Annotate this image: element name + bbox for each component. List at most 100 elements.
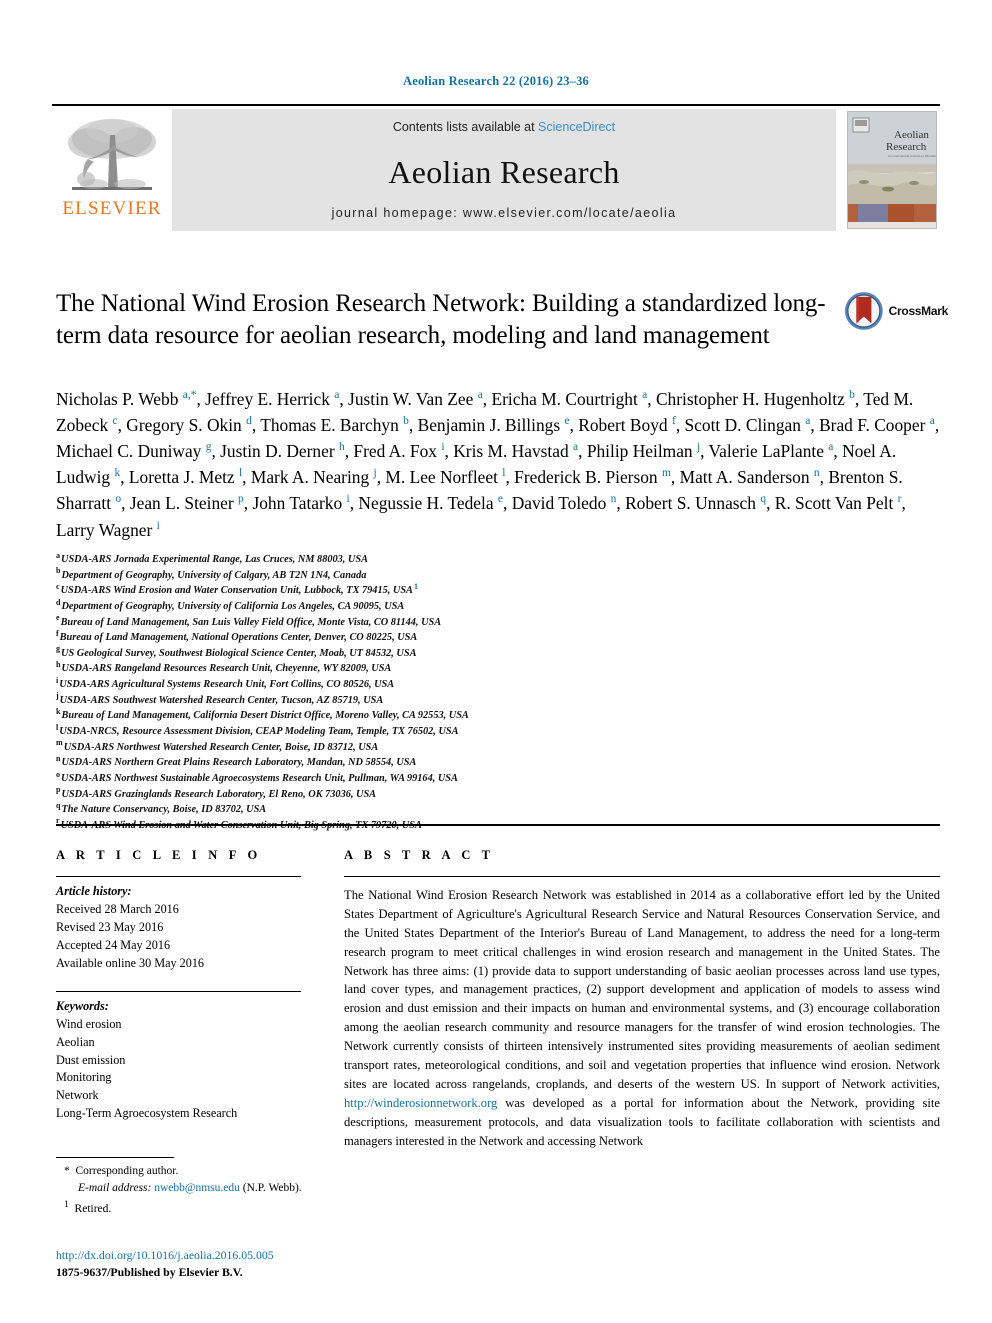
- affiliation-item: aUSDA-ARS Jornada Experimental Range, La…: [56, 550, 656, 568]
- affiliation-text: US Geological Survey, Southwest Biologic…: [61, 647, 417, 659]
- affiliation-marker: k: [56, 706, 61, 716]
- asterisk-icon: *: [64, 1165, 70, 1177]
- affiliation-note-marker: 1: [413, 581, 418, 591]
- affiliation-item: cUSDA-ARS Wind Erosion and Water Conserv…: [56, 581, 656, 599]
- keyword-item: Monitoring: [56, 1070, 112, 1085]
- sciencedirect-link[interactable]: ScienceDirect: [538, 120, 615, 134]
- abstract-part1: The National Wind Erosion Research Netwo…: [344, 888, 940, 1091]
- keyword-item: Aeolian: [56, 1034, 95, 1049]
- page-title: The National Wind Erosion Research Netwo…: [56, 290, 826, 349]
- article-title-wrap: The National Wind Erosion Research Netwo…: [56, 288, 846, 351]
- affiliation-item: bDepartment of Geography, University of …: [56, 566, 656, 584]
- article-history-block: Article history: Received 28 March 2016 …: [56, 883, 306, 973]
- journal-cover-image: Aeolian Research An International Journa…: [848, 112, 936, 228]
- affiliation-item: fBureau of Land Management, National Ope…: [56, 628, 656, 646]
- affiliation-list: aUSDA-ARS Jornada Experimental Range, La…: [56, 550, 656, 834]
- affiliation-marker: m: [56, 738, 63, 748]
- contents-available-line: Contents lists available at ScienceDirec…: [393, 120, 615, 134]
- affiliation-text: USDA-NRCS, Resource Assessment Division,…: [59, 726, 459, 738]
- affiliation-marker: n: [56, 753, 61, 763]
- affiliation-item: pUSDA-ARS Grazinglands Research Laborato…: [56, 785, 656, 803]
- history-available-online: Available online 30 May 2016: [56, 955, 205, 970]
- keywords-block: Keywords: Wind erosion Aeolian Dust emis…: [56, 998, 306, 1124]
- affiliation-item: qThe Nature Conservancy, Boise, ID 83702…: [56, 800, 656, 818]
- affiliation-text: The Nature Conservancy, Boise, ID 83702,…: [61, 804, 267, 816]
- affiliation-text: Bureau of Land Management, California De…: [61, 710, 469, 722]
- email-suffix: (N.P. Webb).: [242, 1182, 302, 1195]
- affiliation-text: USDA-ARS Agricultural Systems Research U…: [59, 679, 395, 691]
- author-email-link[interactable]: nwebb@nmsu.edu: [154, 1182, 240, 1194]
- keyword-item: Dust emission: [56, 1052, 126, 1067]
- crossmark-badge[interactable]: CrossMark: [844, 288, 948, 334]
- affiliation-marker: i: [56, 675, 59, 685]
- affiliation-text: USDA-ARS Jornada Experimental Range, Las…: [61, 554, 368, 565]
- affiliation-marker: o: [56, 769, 61, 779]
- journal-cover-thumbnail: Aeolian Research An International Journa…: [844, 109, 940, 231]
- winderosionnetwork-link[interactable]: http://winderosionnetwork.org: [344, 1096, 497, 1110]
- affiliation-marker: c: [56, 581, 60, 591]
- affiliation-text: USDA-ARS Wind Erosion and Water Conserva…: [60, 585, 413, 597]
- retired-note: 1 Retired.: [56, 1198, 476, 1218]
- affiliation-marker: l: [56, 722, 59, 732]
- affiliation-marker: f: [56, 628, 59, 638]
- email-note: E-mail address: nwebb@nmsu.edu (N.P. Web…: [56, 1180, 476, 1197]
- affiliation-text: USDA-ARS Northern Great Plains Research …: [61, 757, 417, 769]
- affiliation-marker: h: [56, 660, 61, 670]
- crossmark-label: CrossMark: [888, 304, 949, 318]
- keyword-item: Long-Term Agroecosystem Research: [56, 1106, 238, 1121]
- history-received: Received 28 March 2016: [56, 901, 179, 916]
- masthead-center: Contents lists available at ScienceDirec…: [172, 109, 836, 231]
- retired-text: Retired.: [74, 1202, 112, 1215]
- affiliation-marker: a: [56, 550, 61, 560]
- affiliation-text: Department of Geography, University of C…: [61, 600, 405, 612]
- history-revised: Revised 23 May 2016: [56, 919, 164, 934]
- section-divider-top: [56, 824, 940, 826]
- journal-first-page: Aeolian Research 22 (2016) 23–36 ELSEVIE…: [0, 0, 992, 1323]
- email-label: E-mail address:: [78, 1182, 152, 1195]
- footnotes-block: * Corresponding author. E-mail address: …: [56, 1163, 476, 1218]
- affiliation-text: USDA-ARS Northwest Watershed Research Ce…: [63, 741, 379, 753]
- corresponding-author-text: Corresponding author.: [75, 1165, 179, 1177]
- elsevier-tree-icon: [68, 119, 156, 190]
- affiliation-marker: e: [56, 613, 60, 623]
- affiliation-marker: d: [56, 597, 61, 607]
- journal-title: Aeolian Research: [388, 154, 620, 190]
- abstract-column: A B S T R A C T The National Wind Erosio…: [344, 848, 940, 1150]
- keyword-item: Wind erosion: [56, 1016, 122, 1031]
- affiliation-marker: p: [56, 785, 61, 795]
- affiliation-text: USDA-ARS Grazinglands Research Laborator…: [61, 788, 377, 800]
- affiliation-item: iUSDA-ARS Agricultural Systems Research …: [56, 675, 656, 693]
- affiliation-marker: g: [56, 644, 61, 654]
- journal-masthead: ELSEVIER Contents lists available at Sci…: [52, 104, 940, 231]
- history-accepted: Accepted 24 May 2016: [56, 937, 171, 952]
- author-list: Nicholas P. Webb a,*, Jeffrey E. Herrick…: [56, 389, 940, 540]
- elsevier-logo: ELSEVIER: [52, 109, 172, 231]
- svg-text:An International Journal on Wi: An International Journal on Wind Erosion…: [888, 154, 936, 158]
- affiliation-item: oUSDA-ARS Northwest Sustainable Agroecos…: [56, 769, 656, 787]
- affiliation-text: Bureau of Land Management, San Luis Vall…: [60, 616, 442, 628]
- abstract-rule: [344, 876, 940, 877]
- affiliation-item: gUS Geological Survey, Southwest Biologi…: [56, 644, 656, 662]
- affiliation-item: lUSDA-NRCS, Resource Assessment Division…: [56, 722, 656, 740]
- affiliation-text: USDA-ARS Northwest Sustainable Agroecosy…: [61, 772, 458, 784]
- article-info-heading: A R T I C L E I N F O: [56, 848, 262, 862]
- keywords-label: Keywords:: [56, 998, 109, 1013]
- article-info-column: A R T I C L E I N F O Article history: R…: [56, 848, 306, 1123]
- journal-homepage-line[interactable]: journal homepage: www.elsevier.com/locat…: [172, 206, 836, 220]
- affiliation-marker: b: [56, 566, 61, 576]
- keyword-item: Network: [56, 1088, 99, 1103]
- affiliation-text: USDA-ARS Southwest Watershed Research Ce…: [59, 694, 384, 706]
- contents-prefix: Contents lists available at: [392, 120, 539, 134]
- affiliation-item: nUSDA-ARS Northern Great Plains Research…: [56, 753, 656, 771]
- article-info-rule: [56, 876, 301, 877]
- svg-text:Research: Research: [886, 141, 927, 153]
- running-head: Aeolian Research 22 (2016) 23–36: [402, 74, 589, 88]
- svg-text:Aeolian: Aeolian: [894, 129, 929, 141]
- affiliation-marker: q: [56, 800, 61, 810]
- retired-marker: 1: [64, 1198, 69, 1210]
- doi-link[interactable]: http://dx.doi.org/10.1016/j.aeolia.2016.…: [56, 1247, 274, 1264]
- issn-publisher-line: 1875-9637/Published by Elsevier B.V.: [56, 1265, 243, 1280]
- crossmark-icon: [844, 292, 883, 330]
- affiliation-item: dDepartment of Geography, University of …: [56, 597, 656, 615]
- affiliation-item: eBureau of Land Management, San Luis Val…: [56, 613, 656, 631]
